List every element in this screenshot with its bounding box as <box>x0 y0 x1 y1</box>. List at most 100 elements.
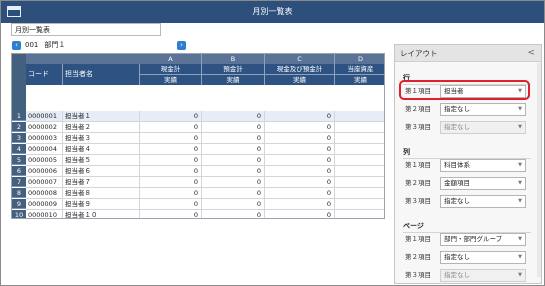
row-number[interactable]: 6 <box>12 166 26 176</box>
cell-name[interactable]: 担当者５ <box>63 155 140 166</box>
item-label: 第１項目 <box>405 161 431 169</box>
cell-value[interactable] <box>335 210 384 218</box>
cell-value[interactable]: 0 <box>140 210 202 218</box>
row-number[interactable]: 4 <box>12 144 26 154</box>
layout-select[interactable]: 指定なし ▼ <box>440 103 526 116</box>
cell-value[interactable]: 0 <box>202 177 265 188</box>
row-number[interactable]: 3 <box>12 133 26 143</box>
item-label: 第２項目 <box>405 253 431 261</box>
cell-value[interactable]: 0 <box>202 155 265 166</box>
cell-value[interactable] <box>335 188 384 199</box>
row-number[interactable]: 10 <box>12 210 26 218</box>
cell-value[interactable]: 0 <box>140 122 202 133</box>
layout-select[interactable]: 金額項目 ▼ <box>440 177 526 190</box>
collapse-panel-icon[interactable]: < <box>527 45 535 61</box>
cell-value[interactable] <box>335 155 384 166</box>
cell-value[interactable] <box>335 177 384 188</box>
cell-value[interactable]: 0 <box>140 177 202 188</box>
layout-select[interactable]: 科目体系 ▼ <box>440 159 526 172</box>
cell-value[interactable] <box>335 111 384 122</box>
cell-name[interactable]: 担当者９ <box>63 199 140 210</box>
layout-select[interactable]: 指定なし ▼ <box>440 251 526 264</box>
cell-value[interactable]: 0 <box>140 144 202 155</box>
header-col-d: 当座資産 <box>335 64 384 75</box>
cell-value[interactable]: 0 <box>265 111 335 122</box>
layout-select[interactable]: 指定なし ▼ <box>440 195 526 208</box>
header-col-c: 現金及び預金計 <box>265 64 335 75</box>
report-grid[interactable]: A B C D コード 担当者名 現金計 預金計 現金及び預金計 当座資産 実績… <box>11 53 385 219</box>
cell-name[interactable]: 担当者１ <box>63 111 140 122</box>
col-letter-blank <box>26 54 140 64</box>
cell-value[interactable]: 0 <box>265 144 335 155</box>
item-label: 第２項目 <box>405 105 431 113</box>
cell-code[interactable]: 0000010 <box>26 210 63 218</box>
row-number[interactable]: 2 <box>12 122 26 132</box>
row-number[interactable]: 7 <box>12 177 26 187</box>
cell-value[interactable]: 0 <box>265 155 335 166</box>
cell-value[interactable] <box>335 199 384 210</box>
cell-value[interactable]: 0 <box>265 133 335 144</box>
cell-value[interactable]: 0 <box>265 210 335 218</box>
cell-code[interactable]: 0000009 <box>26 199 63 210</box>
cell-value[interactable]: 0 <box>265 177 335 188</box>
cell-value[interactable]: 0 <box>140 166 202 177</box>
row-number[interactable]: 5 <box>12 155 26 165</box>
cell-name[interactable]: 担当者２ <box>63 122 140 133</box>
cell-value[interactable]: 0 <box>265 122 335 133</box>
row-number[interactable]: 8 <box>12 188 26 198</box>
cell-value[interactable]: 0 <box>140 133 202 144</box>
report-name-input[interactable] <box>11 23 161 36</box>
cell-name[interactable]: 担当者６ <box>63 166 140 177</box>
cell-value[interactable]: 0 <box>202 199 265 210</box>
select-value: 部門・部門グループ <box>444 235 503 243</box>
cell-code[interactable]: 0000007 <box>26 177 63 188</box>
cell-value[interactable]: 0 <box>202 188 265 199</box>
select-value: 金額項目 <box>444 179 470 187</box>
subheader-col-c: 実績 <box>265 75 335 85</box>
layout-select[interactable]: 部門・部門グループ ▼ <box>440 233 526 246</box>
cell-code[interactable]: 0000006 <box>26 166 63 177</box>
next-page-button[interactable]: › <box>177 41 186 50</box>
prev-page-button[interactable]: ‹ <box>12 41 21 50</box>
cell-value[interactable]: 0 <box>202 166 265 177</box>
cell-code[interactable]: 0000002 <box>26 122 63 133</box>
cell-value[interactable]: 0 <box>140 199 202 210</box>
cell-name[interactable]: 担当者４ <box>63 144 140 155</box>
cell-value[interactable]: 0 <box>140 111 202 122</box>
cell-code[interactable]: 0000001 <box>26 111 63 122</box>
cell-code[interactable]: 0000005 <box>26 155 63 166</box>
cell-name[interactable]: 担当者１０ <box>63 210 140 218</box>
cell-name[interactable]: 担当者７ <box>63 177 140 188</box>
subheader-col-d: 実績 <box>335 75 384 85</box>
layout-panel-header: レイアウト < <box>395 45 541 62</box>
cell-value[interactable]: 0 <box>202 111 265 122</box>
cell-value[interactable]: 0 <box>202 144 265 155</box>
cell-code[interactable]: 0000008 <box>26 188 63 199</box>
row-number[interactable]: 9 <box>12 199 26 209</box>
cell-value[interactable]: 0 <box>140 188 202 199</box>
cell-value[interactable]: 0 <box>265 199 335 210</box>
row-number[interactable]: 1 <box>12 111 26 121</box>
cell-value[interactable] <box>335 144 384 155</box>
cell-name[interactable]: 担当者３ <box>63 133 140 144</box>
cell-value[interactable] <box>335 166 384 177</box>
cell-value[interactable]: 0 <box>140 155 202 166</box>
chevron-down-icon: ▼ <box>518 198 522 204</box>
chevron-down-icon: ▼ <box>518 162 522 168</box>
cell-value[interactable] <box>335 122 384 133</box>
cell-value[interactable] <box>335 133 384 144</box>
app-window: 月別一覧表 ‹ 001部門１ › A B C D コード 担当者名 現金計 預金… <box>0 0 545 286</box>
chevron-down-icon: ▼ <box>518 272 522 278</box>
cell-value[interactable]: 0 <box>202 133 265 144</box>
cell-code[interactable]: 0000004 <box>26 144 63 155</box>
col-letter-d: D <box>335 54 384 64</box>
cell-value[interactable]: 0 <box>202 122 265 133</box>
cell-code[interactable]: 0000003 <box>26 133 63 144</box>
cell-value[interactable]: 0 <box>265 188 335 199</box>
chevron-right-icon: › <box>180 41 183 49</box>
cell-value[interactable]: 0 <box>265 166 335 177</box>
cell-value[interactable]: 0 <box>202 210 265 218</box>
header-col-a: 現金計 <box>140 64 202 75</box>
panel-scrollbar[interactable] <box>537 63 541 277</box>
cell-name[interactable]: 担当者８ <box>63 188 140 199</box>
